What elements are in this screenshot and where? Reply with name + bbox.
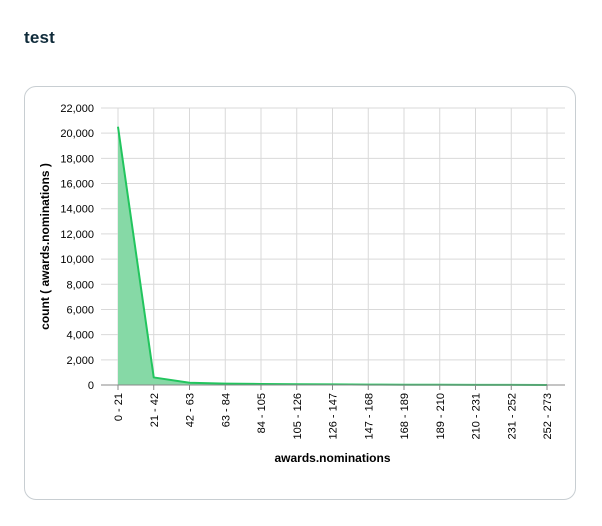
y-tick-label: 0 (88, 380, 94, 392)
grid-lines (101, 107, 565, 386)
y-tick-label: 18,000 (60, 153, 94, 165)
x-tick-label: 63 - 84 (220, 393, 232, 427)
page: test 0 2,000 4,000 6,000 8,000 10,000 12,000 14… (0, 0, 602, 526)
y-tick-label: 10,000 (60, 254, 94, 266)
x-tick-label: 21 - 42 (149, 393, 161, 427)
x-tick-label: 168 - 189 (399, 393, 411, 439)
x-tick-label: 189 - 210 (435, 393, 447, 439)
data-point (153, 376, 155, 378)
x-tick-label: 42 - 63 (185, 393, 197, 427)
y-tick-label: 2,000 (66, 355, 94, 367)
x-tick-label: 126 - 147 (328, 393, 340, 439)
x-tick-label: 0 - 21 (113, 393, 125, 421)
data-point (117, 126, 119, 128)
x-tick-label: 210 - 231 (471, 393, 483, 439)
y-tick-label: 14,000 (60, 204, 94, 216)
y-tick-labels: 0 2,000 4,000 6,000 8,000 10,000 12,000 14,000 1… (60, 103, 94, 392)
data-point (260, 383, 262, 385)
y-axis-title: count ( awards.nominations ) (38, 163, 52, 330)
x-axis-title: awards.nominations (274, 451, 390, 465)
y-tick-label: 22,000 (60, 103, 94, 115)
y-tick-label: 20,000 (60, 128, 94, 140)
x-tick-labels: 0 - 21 21 - 42 42 - 63 63 - 84 84 - 105 105 -… (113, 393, 554, 439)
y-tick-label: 8,000 (66, 279, 94, 291)
x-tick-label: 231 - 252 (506, 393, 518, 439)
x-tick-label: 147 - 168 (363, 393, 375, 439)
x-tick-label: 252 - 273 (542, 393, 554, 439)
y-tick-label: 6,000 (66, 304, 94, 316)
data-point (189, 382, 190, 384)
data-point (224, 383, 226, 385)
x-tick-label: 84 - 105 (256, 393, 268, 433)
y-tick-label: 12,000 (60, 229, 94, 241)
y-tick-label: 4,000 (66, 330, 94, 342)
area-chart: 0 2,000 4,000 6,000 8,000 10,000 12,000 14,000 1… (38, 103, 565, 465)
y-tick-label: 16,000 (60, 179, 94, 191)
x-tick-label: 105 - 126 (292, 393, 304, 439)
